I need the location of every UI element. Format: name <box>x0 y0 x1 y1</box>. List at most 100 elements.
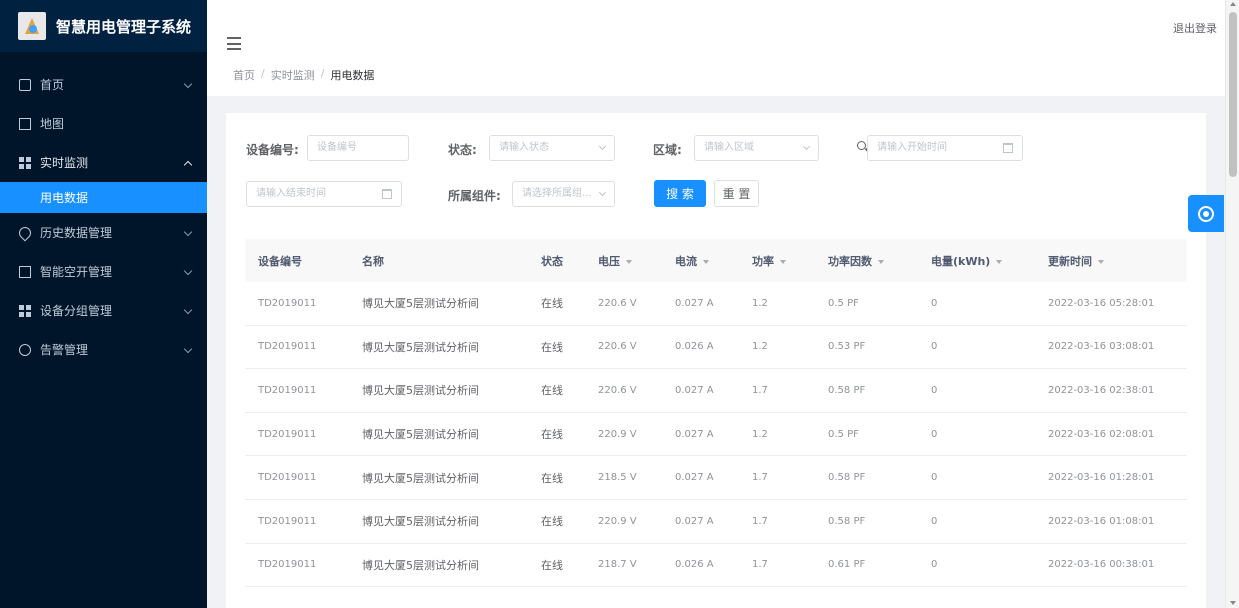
sidebar-item-history[interactable]: 历史数据管理 <box>0 213 207 252</box>
sort-icon[interactable] <box>996 259 1003 264</box>
table-cell: TD2019011 <box>258 341 317 353</box>
column-header-sortable[interactable]: 功率因数 <box>815 253 918 269</box>
scroll-up-arrow-icon[interactable] <box>1230 2 1236 6</box>
start-time-input[interactable]: 请输入开始时间 <box>867 135 1023 161</box>
table-row[interactable]: TD2019011 博见大厦5层测试分析间 在线 220.6 V 0.027 A 1.7 0… <box>245 369 1187 413</box>
end-time-input[interactable]: 请输入结束时间 <box>246 181 402 207</box>
table-cell: 220.6 V <box>598 384 637 396</box>
sort-icon[interactable] <box>1098 259 1104 264</box>
sidebar-item-label: 历史数据管理 <box>40 226 113 240</box>
region-label: 区域: <box>653 143 682 157</box>
table-cell: 2022-03-16 05:28:01 <box>1048 297 1155 309</box>
table-cell: 2022-03-16 02:08:01 <box>1048 428 1155 440</box>
table-row[interactable]: TD2019011 博见大厦5层测试分析间 在线 220.9 V 0.027 A 1.7 0… <box>245 500 1187 544</box>
column-header: 名称 <box>349 253 528 269</box>
chevron-down-icon <box>183 305 193 315</box>
pin-icon <box>16 224 34 241</box>
chevron-down-icon <box>802 142 811 151</box>
table-cell: 0 <box>931 559 938 571</box>
table-row[interactable]: TD2019011 博见大厦5层测试分析间 在线 220.6 V 0.026 A 1.2 0… <box>245 326 1187 370</box>
status-label: 状态: <box>448 143 477 157</box>
column-header-sortable[interactable]: 更新时间 <box>1035 253 1187 269</box>
sort-icon[interactable] <box>780 259 786 264</box>
table-header: 设备编号 名称 状态 电压 电流 功率 功率因数 电量(kWh) 更新时间 <box>245 239 1187 282</box>
table-cell: 0.61 PF <box>828 559 866 571</box>
grid-icon <box>19 156 31 169</box>
column-header: 设备编号 <box>245 253 349 269</box>
table-row[interactable]: TD2019011 博见大厦5层测试分析间 在线 218.5 V 0.027 A 1.7 0… <box>245 456 1187 500</box>
column-header-label: 名称 <box>362 254 384 268</box>
top-header: 退出登录 首页 / 实时监测 / 用电数据 <box>207 0 1225 96</box>
table-cell: 博见大厦5层测试分析间 <box>362 471 479 485</box>
column-header-label: 功率因数 <box>828 254 872 268</box>
column-header-label: 功率 <box>752 254 774 268</box>
table-cell: 0 <box>931 297 938 309</box>
table-cell: 0 <box>931 341 938 353</box>
column-header-sortable[interactable]: 功率 <box>739 253 815 269</box>
sort-icon[interactable] <box>703 259 709 264</box>
sidebar-menu: 首页 地图 实时监测 用电数据 历史数据管理 智能空开管理 设备分组管理 告警管… <box>0 65 207 369</box>
device-id-label: 设备编号: <box>246 143 299 157</box>
start-time-placeholder: 请输入开始时间 <box>877 142 947 153</box>
hamburger-menu-icon[interactable] <box>227 37 241 50</box>
table-cell: 1.7 <box>752 559 768 571</box>
table-cell: TD2019011 <box>258 515 317 527</box>
chevron-down-icon <box>183 344 193 354</box>
table-cell: 0.027 A <box>675 297 714 309</box>
sidebar-subitem-power-data[interactable]: 用电数据 <box>0 182 207 213</box>
scroll-down-arrow-icon[interactable] <box>1230 601 1236 605</box>
table-cell: TD2019011 <box>258 472 317 484</box>
table-cell: 218.5 V <box>598 472 637 484</box>
device-id-input[interactable]: 设备编号 <box>307 135 409 161</box>
search-button[interactable]: 搜 索 <box>654 180 706 207</box>
sidebar-item-alarms[interactable]: 告警管理 <box>0 330 207 369</box>
breadcrumb-separator: / <box>320 67 325 80</box>
sort-icon[interactable] <box>626 259 632 264</box>
table-cell: 0 <box>931 384 938 396</box>
table-cell: TD2019011 <box>258 297 317 309</box>
data-table: 设备编号 名称 状态 电压 电流 功率 功率因数 电量(kWh) 更新时间 TD… <box>245 239 1187 588</box>
table-body: TD2019011 博见大厦5层测试分析间 在线 220.6 V 0.027 A 1.2 0… <box>245 282 1187 588</box>
table-cell: 博见大厦5层测试分析间 <box>362 515 479 529</box>
scrollbar-thumb[interactable] <box>1229 12 1237 177</box>
settings-button[interactable] <box>1188 195 1224 232</box>
table-cell: 0.5 PF <box>828 297 859 309</box>
reset-button[interactable]: 重 置 <box>714 180 759 207</box>
sidebar-item-home[interactable]: 首页 <box>0 65 207 104</box>
breadcrumb-home[interactable]: 首页 <box>233 67 255 83</box>
table-row[interactable]: TD2019011 博见大厦5层测试分析间 在线 220.6 V 0.027 A 1.2 0… <box>245 282 1187 326</box>
sidebar-item-label: 告警管理 <box>40 343 89 357</box>
table-row[interactable]: TD2019011 博见大厦5层测试分析间 在线 220.9 V 0.027 A 1.2 0… <box>245 413 1187 457</box>
region-select[interactable]: 请输入区域 <box>694 135 819 161</box>
sidebar-item-groups[interactable]: 设备分组管理 <box>0 291 207 330</box>
breadcrumb-current: 用电数据 <box>330 69 375 82</box>
chevron-down-icon <box>183 266 193 276</box>
breadcrumb-parent[interactable]: 实时监测 <box>271 67 315 83</box>
table-cell: 在线 <box>541 515 563 529</box>
sidebar-item-label: 设备分组管理 <box>40 304 113 318</box>
group-select[interactable]: 请选择所属组... <box>512 181 615 207</box>
sidebar-item-label: 地图 <box>40 117 65 131</box>
column-header-sortable[interactable]: 电量(kWh) <box>918 253 1035 269</box>
sidebar-item-breaker[interactable]: 智能空开管理 <box>0 252 207 291</box>
table-cell: 220.6 V <box>598 297 637 309</box>
sort-icon[interactable] <box>878 259 884 264</box>
table-cell: 2022-03-16 01:28:01 <box>1048 472 1155 484</box>
sidebar-item-label: 智能空开管理 <box>40 265 113 279</box>
table-cell: 1.7 <box>752 515 768 527</box>
table-cell: 在线 <box>541 384 563 398</box>
table-cell: 0.026 A <box>675 341 714 353</box>
logout-link[interactable]: 退出登录 <box>1173 20 1217 36</box>
page-scrollbar[interactable] <box>1225 0 1239 608</box>
status-select[interactable]: 请输入状态 <box>489 135 615 161</box>
region-placeholder: 请输入区域 <box>704 142 754 153</box>
column-header-sortable[interactable]: 电压 <box>585 253 662 269</box>
sidebar-item-map[interactable]: 地图 <box>0 104 207 143</box>
app-title: 智慧用电管理子系统 <box>56 17 192 36</box>
table-cell: 220.9 V <box>598 515 637 527</box>
group-placeholder: 请选择所属组... <box>522 188 592 199</box>
sidebar-item-realtime[interactable]: 实时监测 <box>0 143 207 182</box>
table-cell: 0.58 PF <box>828 472 866 484</box>
column-header-sortable[interactable]: 电流 <box>662 253 739 269</box>
table-row[interactable]: TD2019011 博见大厦5层测试分析间 在线 218.7 V 0.026 A 1.7 0… <box>245 544 1187 588</box>
